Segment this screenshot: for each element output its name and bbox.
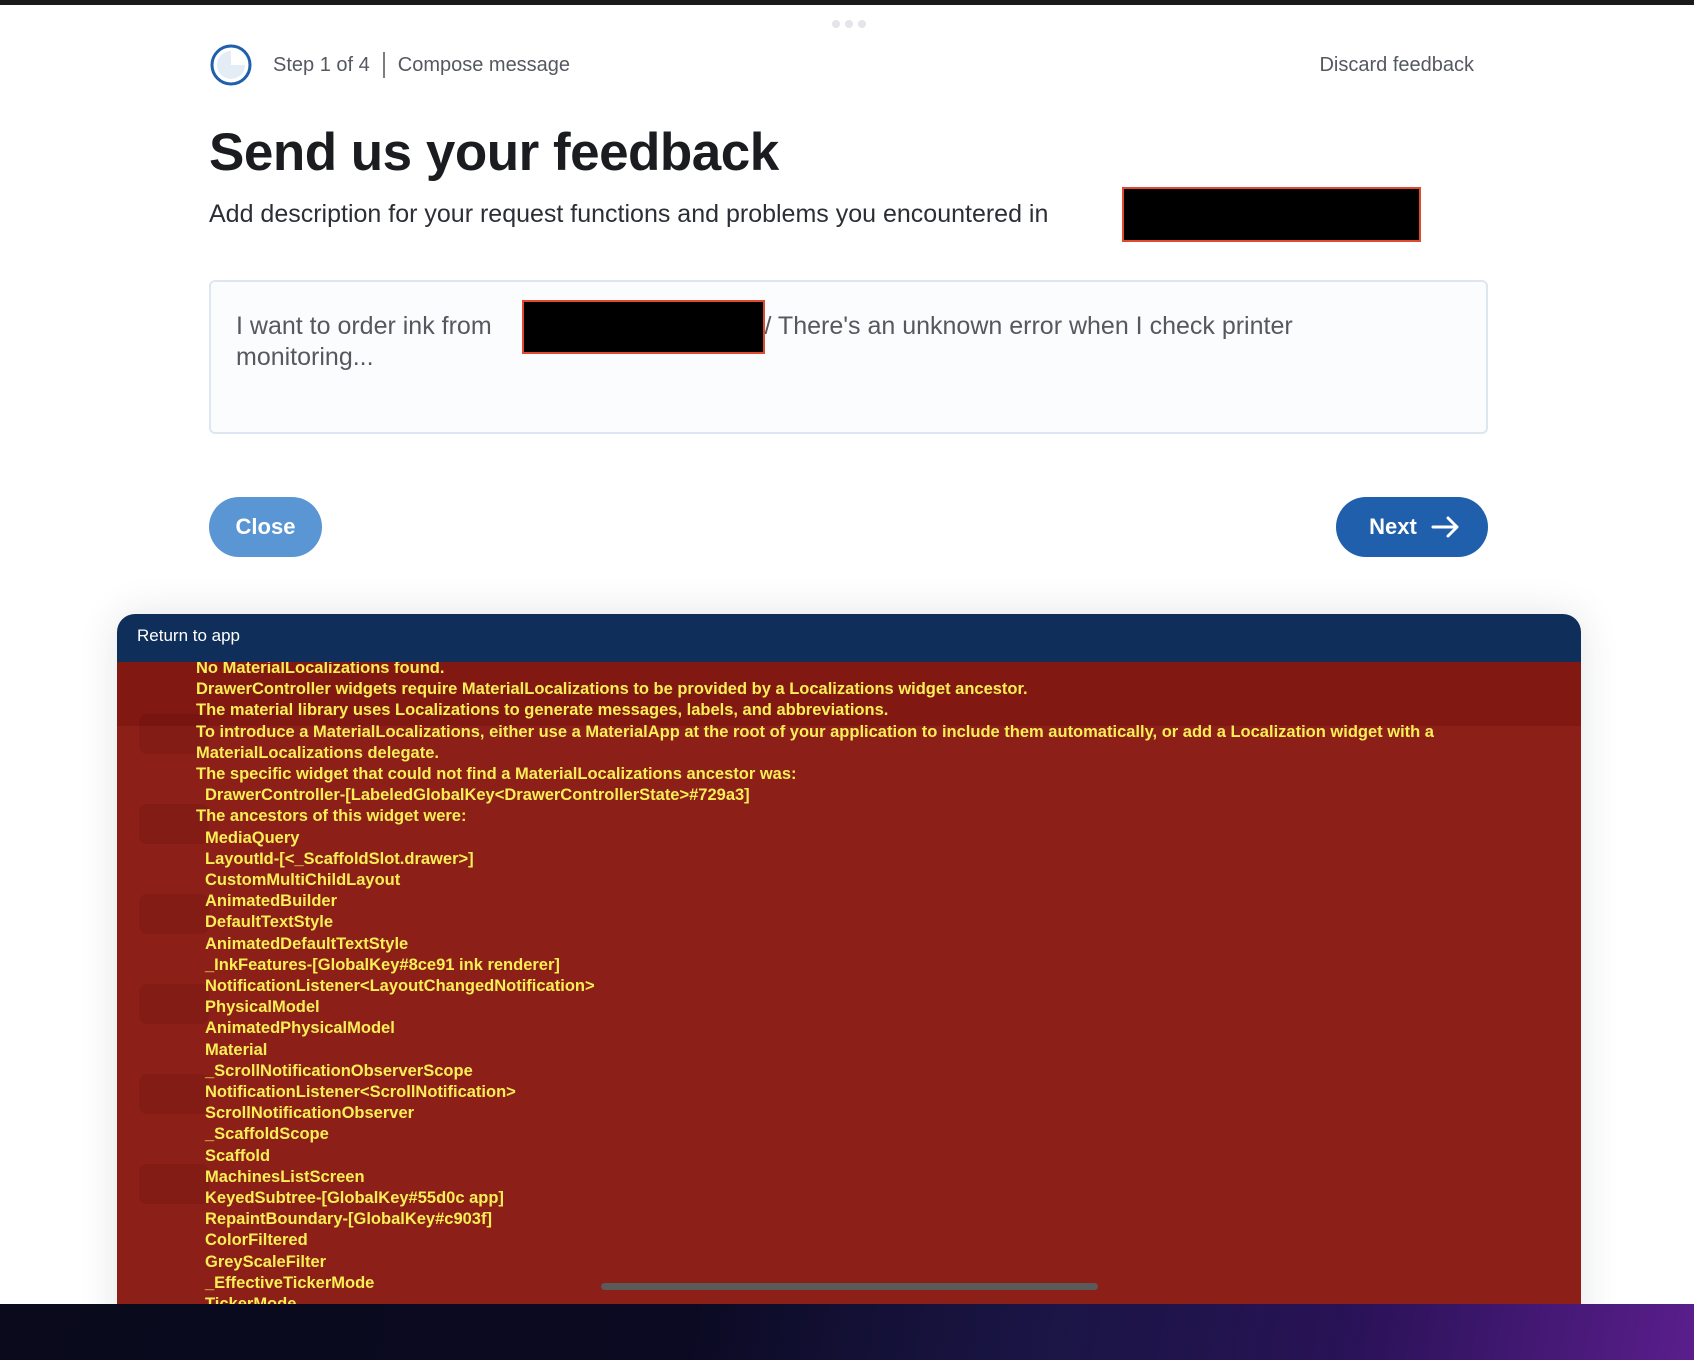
ancestor-widget: KeyedSubtree-[GlobalKey#55d0c app] [205,1189,504,1208]
arrow-right-icon [1431,516,1459,538]
step-header: Step 1 of 4 Compose message Discard feed… [209,41,1474,89]
home-indicator-bar[interactable] [601,1283,1098,1290]
ancestor-widget: RepaintBoundary-[GlobalKey#c903f] [205,1210,492,1229]
ancestor-widget: Material [205,1040,268,1059]
error-line: To introduce a MaterialLocalizations, ei… [196,722,1434,762]
window-top-edge [0,0,1694,5]
ancestor-widget: MediaQuery [205,828,300,847]
step-divider [382,52,385,78]
page-subtitle: Add description for your request functio… [209,200,1049,228]
desktop-wallpaper-strip [0,1304,1694,1360]
page-title: Send us your feedback [209,123,779,182]
ancestor-widget: NotificationListener<ScrollNotification> [205,1083,516,1102]
ancestor-widget: _ScrollNotificationObserverScope [205,1061,473,1080]
ancestor-widget: AnimatedDefaultTextStyle [205,934,409,953]
ancestor-widget: AnimatedBuilder [205,892,338,911]
error-message: No MaterialLocalizations found. DrawerCo… [196,662,1566,1304]
close-button[interactable]: Close [209,497,322,557]
ancestor-widget: Scaffold [205,1146,271,1165]
placeholder-text-start: I want to order ink from [236,312,492,340]
ancestor-widget: AnimatedPhysicalModel [205,1019,395,1038]
feedback-placeholder: I want to order ink from.. / There's an … [236,311,1436,373]
ancestor-widget: ScrollNotificationObserver [205,1104,415,1123]
return-to-app-link[interactable]: Return to app [137,626,240,646]
ancestor-widget: TickerMode [196,1294,1566,1304]
error-line: The material library uses Localizations … [196,701,889,720]
redacted-vendor-name [522,300,765,354]
next-button[interactable]: Next [1336,497,1488,557]
error-line: DrawerController-[LabeledGlobalKey<Drawe… [205,786,750,805]
ancestor-widget: _ScaffoldScope [205,1125,329,1144]
redacted-app-name [1122,187,1421,242]
ancestor-widget: MachinesListScreen [205,1167,365,1186]
error-line: The specific widget that could not find … [196,765,797,784]
next-button-label: Next [1369,514,1417,539]
feedback-textarea[interactable]: I want to order ink from.. / There's an … [209,280,1488,434]
error-line: No MaterialLocalizations found. [196,662,445,677]
step-title: Compose message [397,53,571,76]
error-line: The ancestors of this widget were: [196,807,467,826]
ancestor-widget: PhysicalModel [205,998,320,1017]
sheet-drag-handle[interactable] [832,20,866,28]
error-line: DrawerController widgets require Materia… [196,680,1028,699]
discard-feedback-link[interactable]: Discard feedback [1319,54,1474,77]
step-indicator: Step 1 of 4 [273,53,370,76]
ancestor-widget: DefaultTextStyle [205,913,334,932]
ancestor-widget: ColorFiltered [205,1231,308,1250]
app-preview-header [117,614,1581,662]
ancestor-widget: GreyScaleFilter [205,1252,327,1271]
progress-ring-icon [210,44,252,86]
ancestor-widget: NotificationListener<LayoutChangedNotifi… [205,977,595,996]
ancestor-widget: _InkFeatures-[GlobalKey#8ce91 ink render… [205,955,560,974]
ancestor-widget: CustomMultiChildLayout [205,871,401,890]
ancestor-widget: LayoutId-[<_ScaffoldSlot.drawer>] [205,849,474,868]
flutter-error-screen: No MaterialLocalizations found. DrawerCo… [117,662,1581,1304]
